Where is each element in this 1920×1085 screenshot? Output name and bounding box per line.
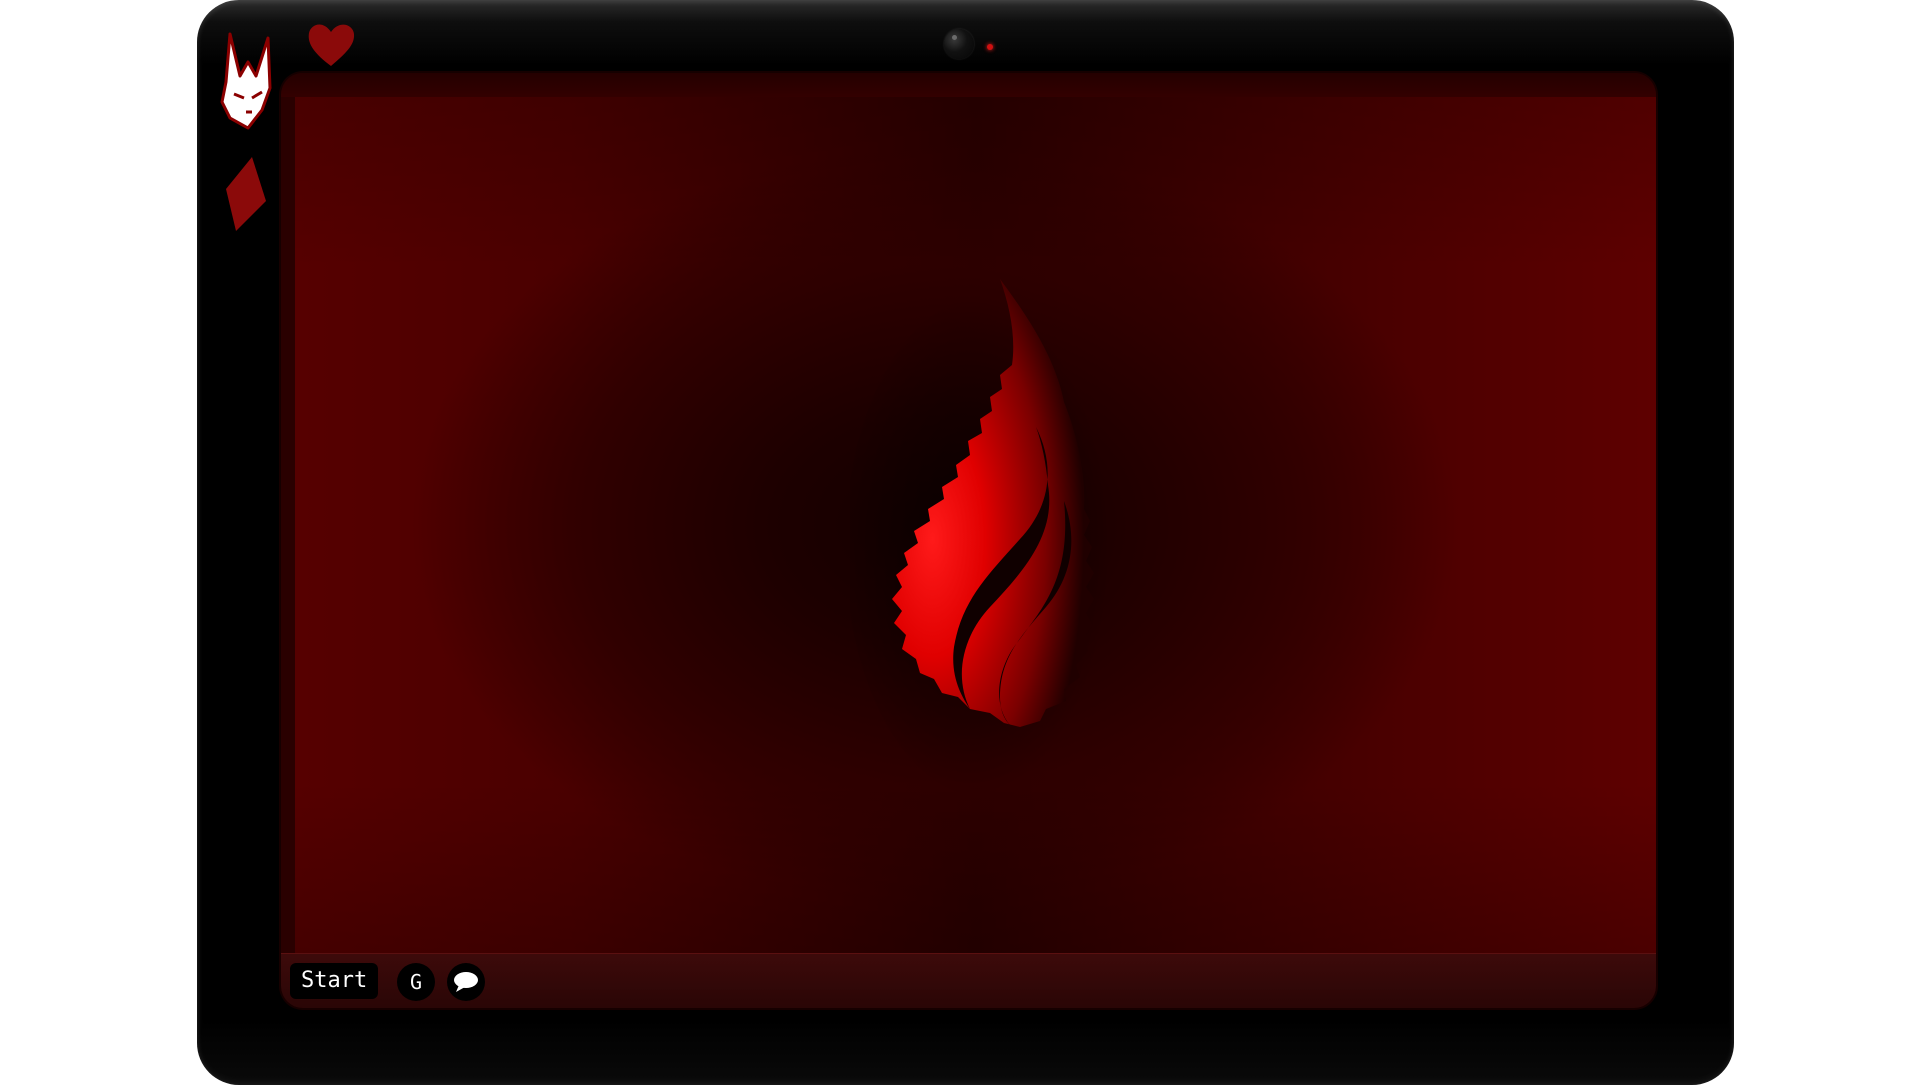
flame-logo [850, 279, 1120, 797]
indicator-led [987, 44, 993, 50]
desktop-wallpaper [295, 97, 1656, 954]
heart-icon[interactable] [305, 20, 357, 68]
bezel-highlight [197, 0, 1734, 22]
desktop-screen: Start G [281, 73, 1656, 1008]
chat-button[interactable] [447, 963, 485, 1001]
screen-top-edge [281, 73, 1656, 97]
speech-bubble-icon [454, 972, 478, 992]
bunny-icon[interactable] [218, 32, 276, 132]
camera-icon [944, 29, 974, 59]
g-button[interactable]: G [397, 963, 435, 1001]
start-button[interactable]: Start [290, 963, 379, 999]
taskbar: Start G [281, 953, 1656, 1008]
diamond-icon[interactable] [224, 155, 268, 233]
